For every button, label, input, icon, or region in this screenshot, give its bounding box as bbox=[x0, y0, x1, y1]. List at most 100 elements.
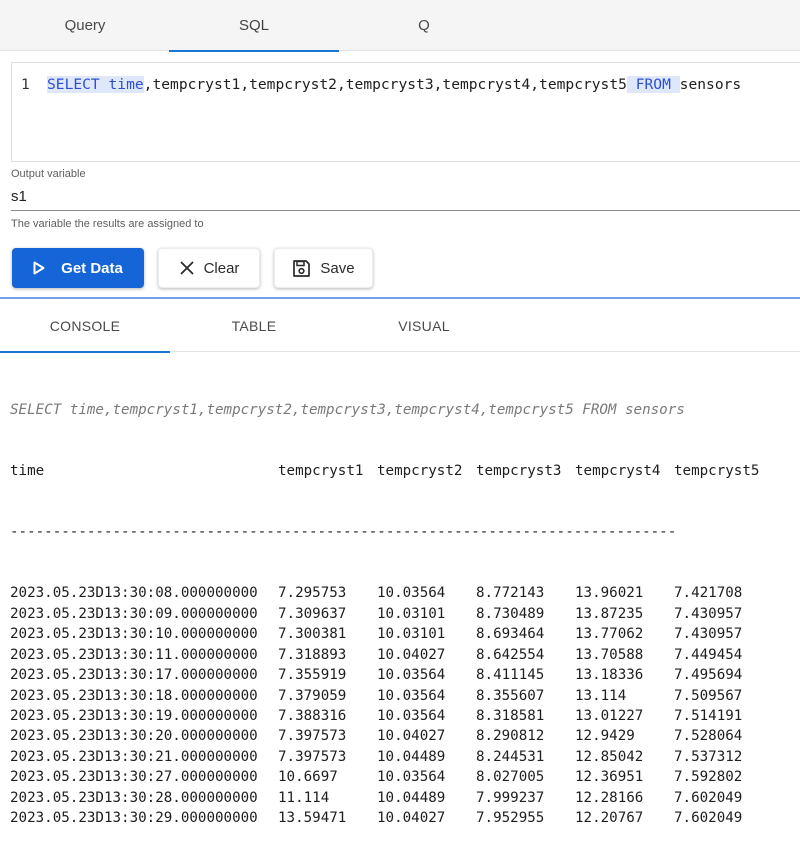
console-cell: 2023.05.23D13:30:18.000000000 bbox=[10, 687, 258, 704]
tab-console-label: CONSOLE bbox=[49, 317, 121, 334]
tab-query[interactable]: Query bbox=[0, 0, 170, 51]
column-time: time bbox=[108, 76, 144, 93]
console-row: 2023.05.23D13:30:10.000000000 7.300381 10.… bbox=[10, 624, 800, 644]
console-cell: 13.59471 bbox=[278, 809, 347, 826]
console-cell: 10.04027 bbox=[377, 646, 446, 663]
tab-q-label: Q bbox=[418, 17, 430, 34]
editor-line: 1 SELECT time,tempcryst1,tempcryst2,tempc… bbox=[21, 76, 741, 93]
header-tempcryst5: tempcryst5 bbox=[674, 463, 760, 480]
console-cell: 10.04489 bbox=[377, 748, 446, 765]
console-row: 2023.05.23D13:30:29.000000000 13.59471 10.… bbox=[10, 808, 800, 828]
sql-editor[interactable]: 1 SELECT time,tempcryst1,tempcryst2,tempc… bbox=[11, 62, 800, 162]
tab-q[interactable]: Q bbox=[339, 0, 509, 51]
console-cell: 7.537312 bbox=[674, 748, 743, 765]
output-variable-input[interactable] bbox=[11, 182, 800, 211]
console-cell: 10.03564 bbox=[377, 687, 446, 704]
console-cell: 8.244531 bbox=[476, 748, 545, 765]
console-rows: 2023.05.23D13:30:08.000000000 7.295753 10.… bbox=[10, 583, 800, 828]
console-cell: 12.9429 bbox=[575, 728, 635, 745]
console-cell: 8.772143 bbox=[476, 585, 545, 602]
console-cell: 7.952955 bbox=[476, 809, 545, 826]
save-button[interactable]: Save bbox=[274, 248, 373, 288]
tab-visual-label: VISUAL bbox=[398, 317, 450, 334]
console-cell: 12.28166 bbox=[575, 789, 644, 806]
console-cell: 13.70588 bbox=[575, 646, 644, 663]
console-row: 2023.05.23D13:30:09.000000000 7.309637 10.… bbox=[10, 604, 800, 624]
console-cell: 7.397573 bbox=[278, 748, 347, 765]
console-cell: 13.114 bbox=[575, 687, 627, 704]
console-header-row: time tempcryst1 tempcryst2 tempcryst3 tempcr… bbox=[10, 461, 800, 481]
console-cell: 7.509567 bbox=[674, 687, 743, 704]
console-cell: 7.300381 bbox=[278, 626, 347, 643]
keyword-from: FROM bbox=[635, 76, 671, 93]
console-query-echo: SELECT time,tempcryst1,tempcryst2,tempcr… bbox=[10, 401, 685, 418]
header-tempcryst2: tempcryst2 bbox=[377, 463, 463, 480]
console-row: 2023.05.23D13:30:28.000000000 11.114 10.04… bbox=[10, 788, 800, 808]
console-cell: 12.36951 bbox=[575, 769, 644, 786]
active-tab-indicator bbox=[169, 50, 339, 52]
console-cell: 7.397573 bbox=[278, 728, 347, 745]
console-cell: 13.01227 bbox=[575, 707, 644, 724]
keyword-select: SELECT bbox=[47, 76, 100, 93]
console-cell: 10.03564 bbox=[377, 667, 446, 684]
header-tempcryst3: tempcryst3 bbox=[476, 463, 562, 480]
table-name: sensors bbox=[679, 76, 742, 93]
header-tempcryst1: tempcryst1 bbox=[278, 463, 364, 480]
console-cell: 2023.05.23D13:30:19.000000000 bbox=[10, 707, 258, 724]
console-cell: 8.411145 bbox=[476, 667, 545, 684]
console-cell: 2023.05.23D13:30:17.000000000 bbox=[10, 667, 258, 684]
close-icon bbox=[179, 260, 195, 276]
floppy-disk-icon bbox=[292, 259, 311, 278]
console-row: 2023.05.23D13:30:17.000000000 7.355919 10.… bbox=[10, 665, 800, 685]
console-cell: 7.318893 bbox=[278, 646, 347, 663]
console-cell: 10.6697 bbox=[278, 769, 338, 786]
console-row: 2023.05.23D13:30:27.000000000 10.6697 10.0… bbox=[10, 767, 800, 787]
result-view-tabs: CONSOLE TABLE VISUAL bbox=[0, 299, 800, 353]
console-cell: 10.03564 bbox=[377, 707, 446, 724]
get-data-button[interactable]: Get Data bbox=[12, 248, 144, 288]
console-cell: 11.114 bbox=[278, 789, 330, 806]
console-cell: 2023.05.23D13:30:08.000000000 bbox=[10, 585, 258, 602]
clear-button[interactable]: Clear bbox=[158, 248, 260, 288]
console-cell: 10.04027 bbox=[377, 728, 446, 745]
console-output: SELECT time,tempcryst1,tempcryst2,tempcr… bbox=[10, 359, 800, 849]
active-tab-indicator bbox=[0, 351, 170, 353]
console-cell: 12.85042 bbox=[575, 748, 644, 765]
query-mode-tabs: Query SQL Q bbox=[0, 0, 800, 52]
console-cell: 2023.05.23D13:30:27.000000000 bbox=[10, 769, 258, 786]
console-cell: 10.03101 bbox=[377, 605, 446, 622]
play-icon bbox=[33, 261, 45, 275]
console-cell: 8.027005 bbox=[476, 769, 545, 786]
console-cell: 13.87235 bbox=[575, 605, 644, 622]
console-cell: 7.430957 bbox=[674, 626, 743, 643]
console-row: 2023.05.23D13:30:08.000000000 7.295753 10.… bbox=[10, 583, 800, 603]
console-cell: 7.999237 bbox=[476, 789, 545, 806]
console-cell: 7.309637 bbox=[278, 605, 347, 622]
output-variable-help: The variable the results are assigned to bbox=[11, 218, 204, 230]
console-cell: 8.693464 bbox=[476, 626, 545, 643]
console-cell: 8.642554 bbox=[476, 646, 545, 663]
console-cell: 7.495694 bbox=[674, 667, 743, 684]
output-variable-label: Output variable bbox=[11, 168, 86, 180]
console-cell: 7.430957 bbox=[674, 605, 743, 622]
line-number: 1 bbox=[21, 76, 30, 93]
console-cell: 8.730489 bbox=[476, 605, 545, 622]
tab-query-label: Query bbox=[64, 17, 106, 34]
console-cell: 7.514191 bbox=[674, 707, 743, 724]
console-cell: 7.295753 bbox=[278, 585, 347, 602]
column-list: ,tempcryst1,tempcryst2,tempcryst3,tempcr… bbox=[143, 76, 627, 93]
console-cell: 7.449454 bbox=[674, 646, 743, 663]
tab-visual[interactable]: VISUAL bbox=[339, 299, 509, 352]
console-separator: ----------------------------------------… bbox=[10, 524, 677, 541]
tab-console[interactable]: CONSOLE bbox=[0, 299, 170, 353]
console-cell: 2023.05.23D13:30:11.000000000 bbox=[10, 646, 258, 663]
tab-table[interactable]: TABLE bbox=[169, 299, 339, 352]
tab-sql[interactable]: SQL bbox=[169, 0, 339, 52]
console-row: 2023.05.23D13:30:11.000000000 7.318893 10.… bbox=[10, 645, 800, 665]
clear-label: Clear bbox=[203, 259, 240, 277]
console-cell: 7.592802 bbox=[674, 769, 743, 786]
console-cell: 12.20767 bbox=[575, 809, 644, 826]
console-cell: 7.355919 bbox=[278, 667, 347, 684]
console-row: 2023.05.23D13:30:21.000000000 7.397573 10.… bbox=[10, 747, 800, 767]
console-cell: 2023.05.23D13:30:09.000000000 bbox=[10, 605, 258, 622]
